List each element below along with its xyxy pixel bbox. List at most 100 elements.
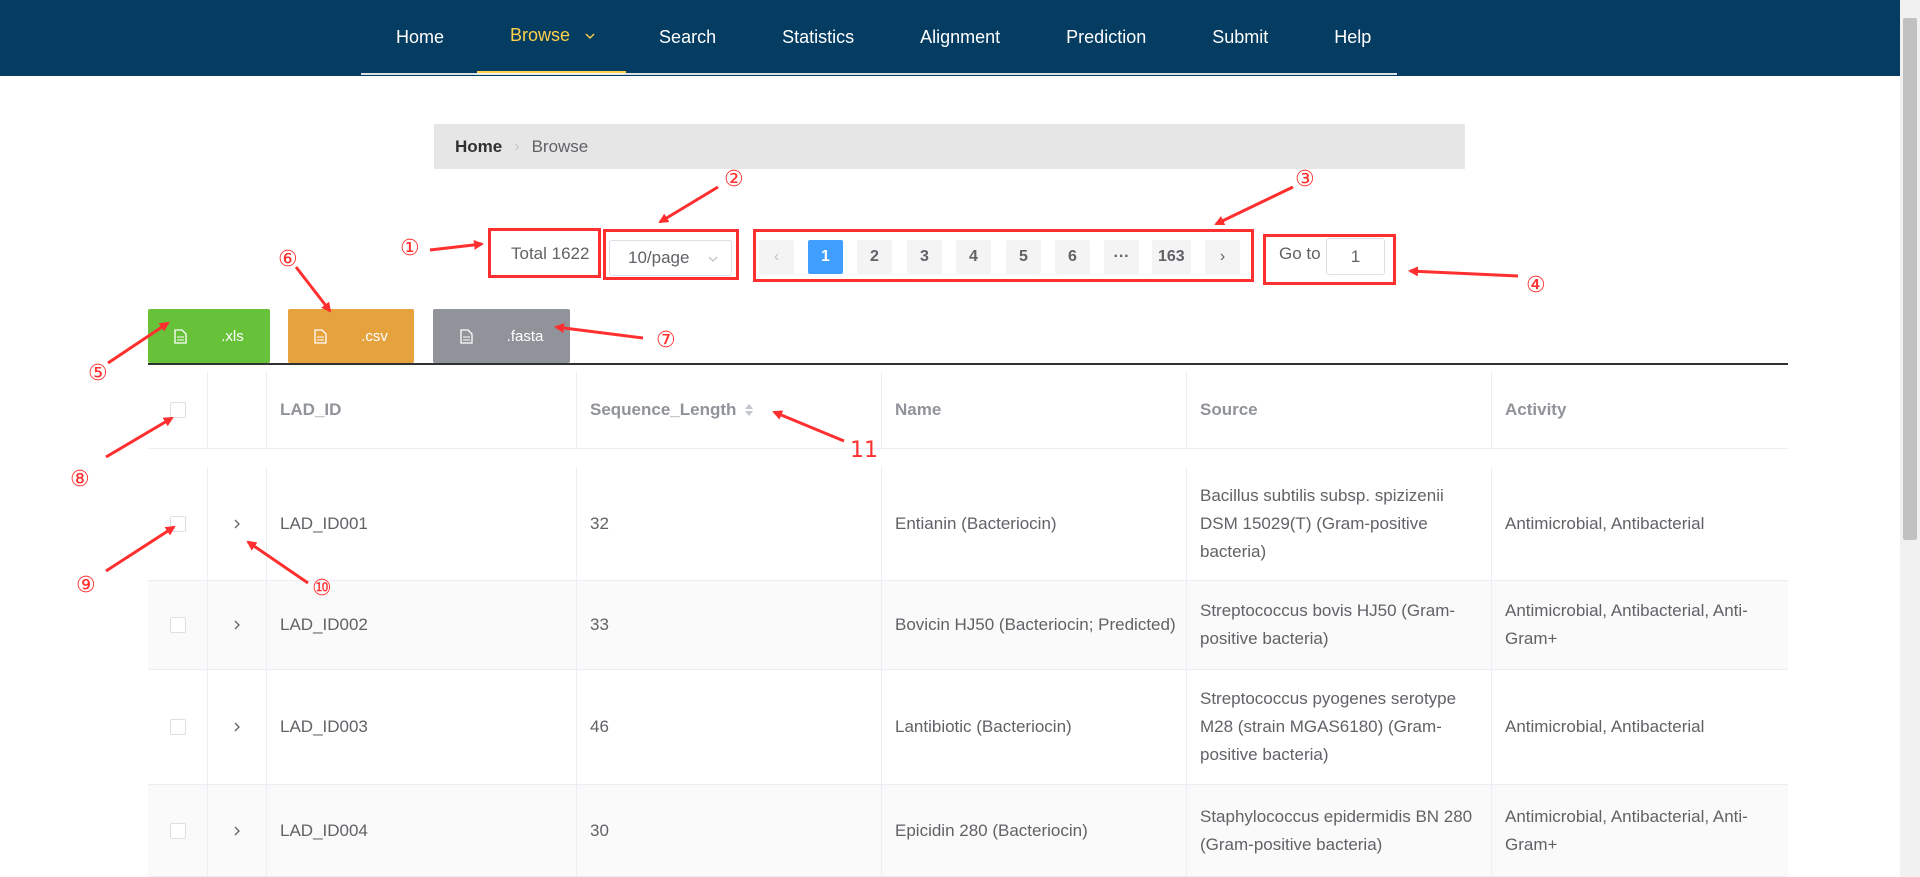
row-select-cell (148, 670, 208, 784)
cell-activity: Antimicrobial, Antibacterial (1505, 717, 1705, 736)
annotation-label-8: ⑧ (70, 467, 90, 492)
top-navbar: Home Browse Search Statistics Alignment … (0, 0, 1900, 76)
annotation-label-6: ⑥ (278, 247, 298, 272)
row-checkbox[interactable] (169, 822, 186, 839)
nav-item-label: Home (396, 26, 445, 47)
row-checkbox[interactable] (169, 719, 186, 735)
header-select-cell (148, 372, 208, 448)
nav-item-label: Help (1334, 26, 1372, 47)
breadcrumb: Home › Browse (434, 124, 1465, 169)
cell-source: Streptococcus bovis HJ50 (Gram-positive … (1187, 581, 1492, 669)
download-csv-label: .csv (361, 327, 388, 345)
nav-item-label: Search (659, 26, 717, 47)
annotation-label-4: ④ (1526, 273, 1546, 298)
cell-activity: Antimicrobial, Antibacterial, Anti-Gram+ (1505, 601, 1748, 648)
nav-menu: Home Browse Search Statistics Alignment … (361, 0, 1397, 74)
cell-name: Epicidin 280 (Bacteriocin) (882, 785, 1187, 876)
annotation-box-4 (1263, 234, 1396, 285)
nav-item-label: Alignment (920, 26, 1001, 47)
sort-icon[interactable] (744, 402, 754, 418)
row-expand-cell (208, 581, 267, 669)
cell-name: Entianin (Bacteriocin) (882, 467, 1187, 580)
annotation-label-3: ③ (1295, 167, 1315, 192)
nav-item-statistics[interactable]: Statistics (749, 0, 887, 74)
row-expand-cell (208, 670, 267, 784)
nav-item-label: Browse (510, 25, 571, 45)
annotation-label-1: ① (400, 236, 420, 261)
download-fasta-label: .fasta (506, 327, 544, 345)
annotation-box-3 (753, 229, 1254, 282)
nav-item-browse[interactable]: Browse (477, 0, 627, 74)
nav-divider (361, 73, 1397, 75)
chevron-right-icon[interactable] (231, 619, 243, 631)
nav-item-prediction[interactable]: Prediction (1033, 0, 1179, 74)
chevron-right-icon: › (514, 137, 520, 155)
cell-sequence-length: 30 (577, 785, 882, 876)
row-select-cell (148, 581, 208, 669)
annotation-label-11: 11 (850, 438, 878, 463)
cell-lad-id: LAD_ID003 (267, 670, 577, 784)
row-expand-cell (208, 785, 267, 876)
table-row: LAD_ID002 33 Bovicin HJ50 (Bacteriocin; … (148, 581, 1788, 670)
document-icon (314, 328, 327, 344)
cell-sequence-length: 32 (577, 467, 882, 580)
download-xls-label: .xls (221, 327, 244, 345)
breadcrumb-home[interactable]: Home (455, 137, 502, 157)
header-source: Source (1187, 372, 1492, 448)
cell-lad-id: LAD_ID004 (267, 785, 577, 876)
download-xls-button[interactable]: .xls (148, 309, 270, 363)
select-all-checkbox[interactable] (169, 402, 186, 418)
nav-item-search[interactable]: Search (626, 0, 749, 74)
row-expand-cell (208, 467, 267, 580)
chevron-right-icon[interactable] (231, 518, 243, 530)
cell-source: Bacillus subtilis subsp. spizizenii DSM … (1187, 467, 1492, 580)
cell-source: Staphylococcus epidermidis BN 280 (Gram-… (1187, 785, 1492, 876)
header-sequence-length-label: Sequence_Length (590, 400, 737, 419)
header-expand-cell (208, 372, 267, 448)
annotation-box-2 (603, 229, 739, 280)
nav-item-home[interactable]: Home (361, 0, 477, 74)
nav-item-label: Statistics (782, 26, 855, 47)
table-header-row: LAD_ID Sequence_Length Name Source Activ… (148, 372, 1788, 449)
annotation-label-2: ② (724, 167, 744, 192)
download-csv-button[interactable]: .csv (288, 309, 414, 363)
breadcrumb-current: Browse (531, 136, 589, 156)
download-fasta-button[interactable]: .fasta (433, 309, 570, 363)
nav-item-submit[interactable]: Submit (1179, 0, 1301, 74)
header-activity: Activity (1505, 400, 1567, 419)
chevron-down-icon (585, 33, 595, 39)
table-top-divider (148, 363, 1788, 365)
cell-name: Bovicin HJ50 (Bacteriocin; Predicted) (882, 581, 1187, 669)
annotation-label-7: ⑦ (656, 328, 676, 353)
header-sequence-length[interactable]: Sequence_Length (577, 372, 882, 448)
cell-name: Lantibiotic (Bacteriocin) (882, 670, 1187, 784)
nav-item-label: Submit (1212, 26, 1269, 47)
annotation-label-5: ⑤ (88, 361, 108, 386)
chevron-right-icon[interactable] (231, 825, 243, 837)
table-row: LAD_ID003 46 Lantibiotic (Bacteriocin) S… (148, 670, 1788, 785)
table-row: LAD_ID004 30 Epicidin 280 (Bacteriocin) … (148, 785, 1788, 877)
header-lad-id: LAD_ID (267, 372, 577, 448)
scrollbar[interactable] (1900, 0, 1920, 877)
nav-item-label: Prediction (1066, 26, 1147, 47)
row-checkbox[interactable] (169, 515, 186, 532)
header-name: Name (882, 372, 1187, 448)
scrollbar-thumb[interactable] (1903, 18, 1917, 540)
annotation-label-9: ⑨ (76, 573, 96, 598)
page: Home Browse Search Statistics Alignment … (0, 0, 1920, 877)
row-select-cell (148, 467, 208, 580)
document-icon (174, 328, 187, 344)
annotation-box-1 (488, 228, 601, 278)
cell-activity: Antimicrobial, Antibacterial, Anti-Gram+ (1505, 806, 1748, 854)
annotation-label-10: ⑩ (312, 576, 332, 601)
nav-item-help[interactable]: Help (1301, 0, 1404, 74)
cell-sequence-length: 33 (577, 581, 882, 669)
cell-source: Streptococcus pyogenes serotype M28 (str… (1187, 670, 1492, 784)
cell-lad-id: LAD_ID001 (267, 467, 577, 580)
nav-item-alignment[interactable]: Alignment (887, 0, 1033, 74)
table-row: LAD_ID001 32 Entianin (Bacteriocin) Baci… (148, 467, 1788, 581)
row-select-cell (148, 785, 208, 876)
cell-sequence-length: 46 (577, 670, 882, 784)
chevron-right-icon[interactable] (231, 721, 243, 733)
row-checkbox[interactable] (169, 617, 186, 633)
